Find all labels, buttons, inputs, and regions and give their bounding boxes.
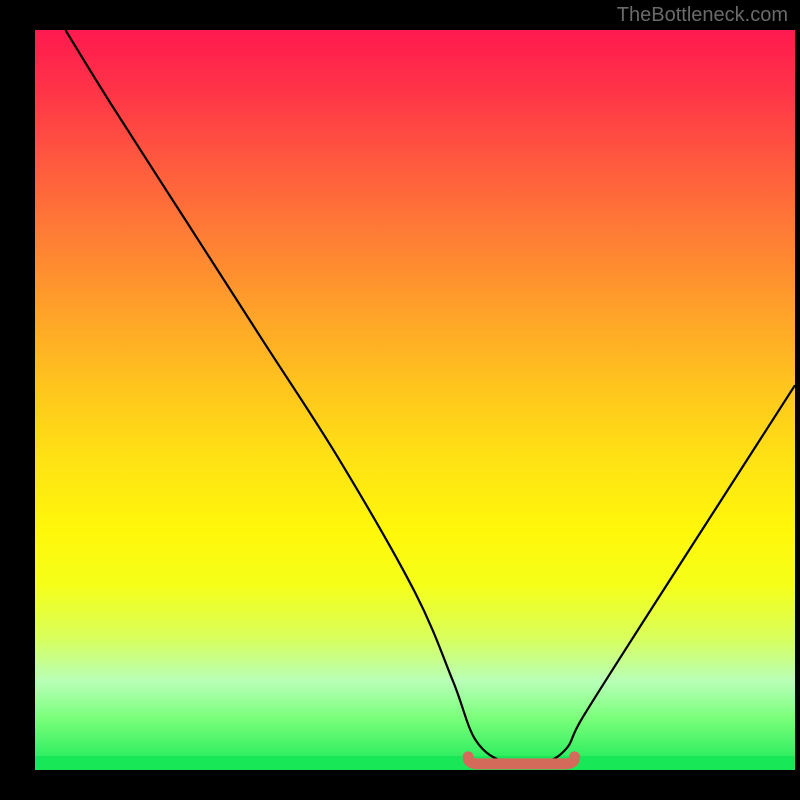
watermark-text: TheBottleneck.com (617, 4, 788, 27)
optimal-range-marker (468, 757, 574, 764)
bottleneck-curve-path (65, 30, 795, 765)
chart-svg (35, 30, 795, 770)
chart-plot-area (35, 30, 795, 770)
